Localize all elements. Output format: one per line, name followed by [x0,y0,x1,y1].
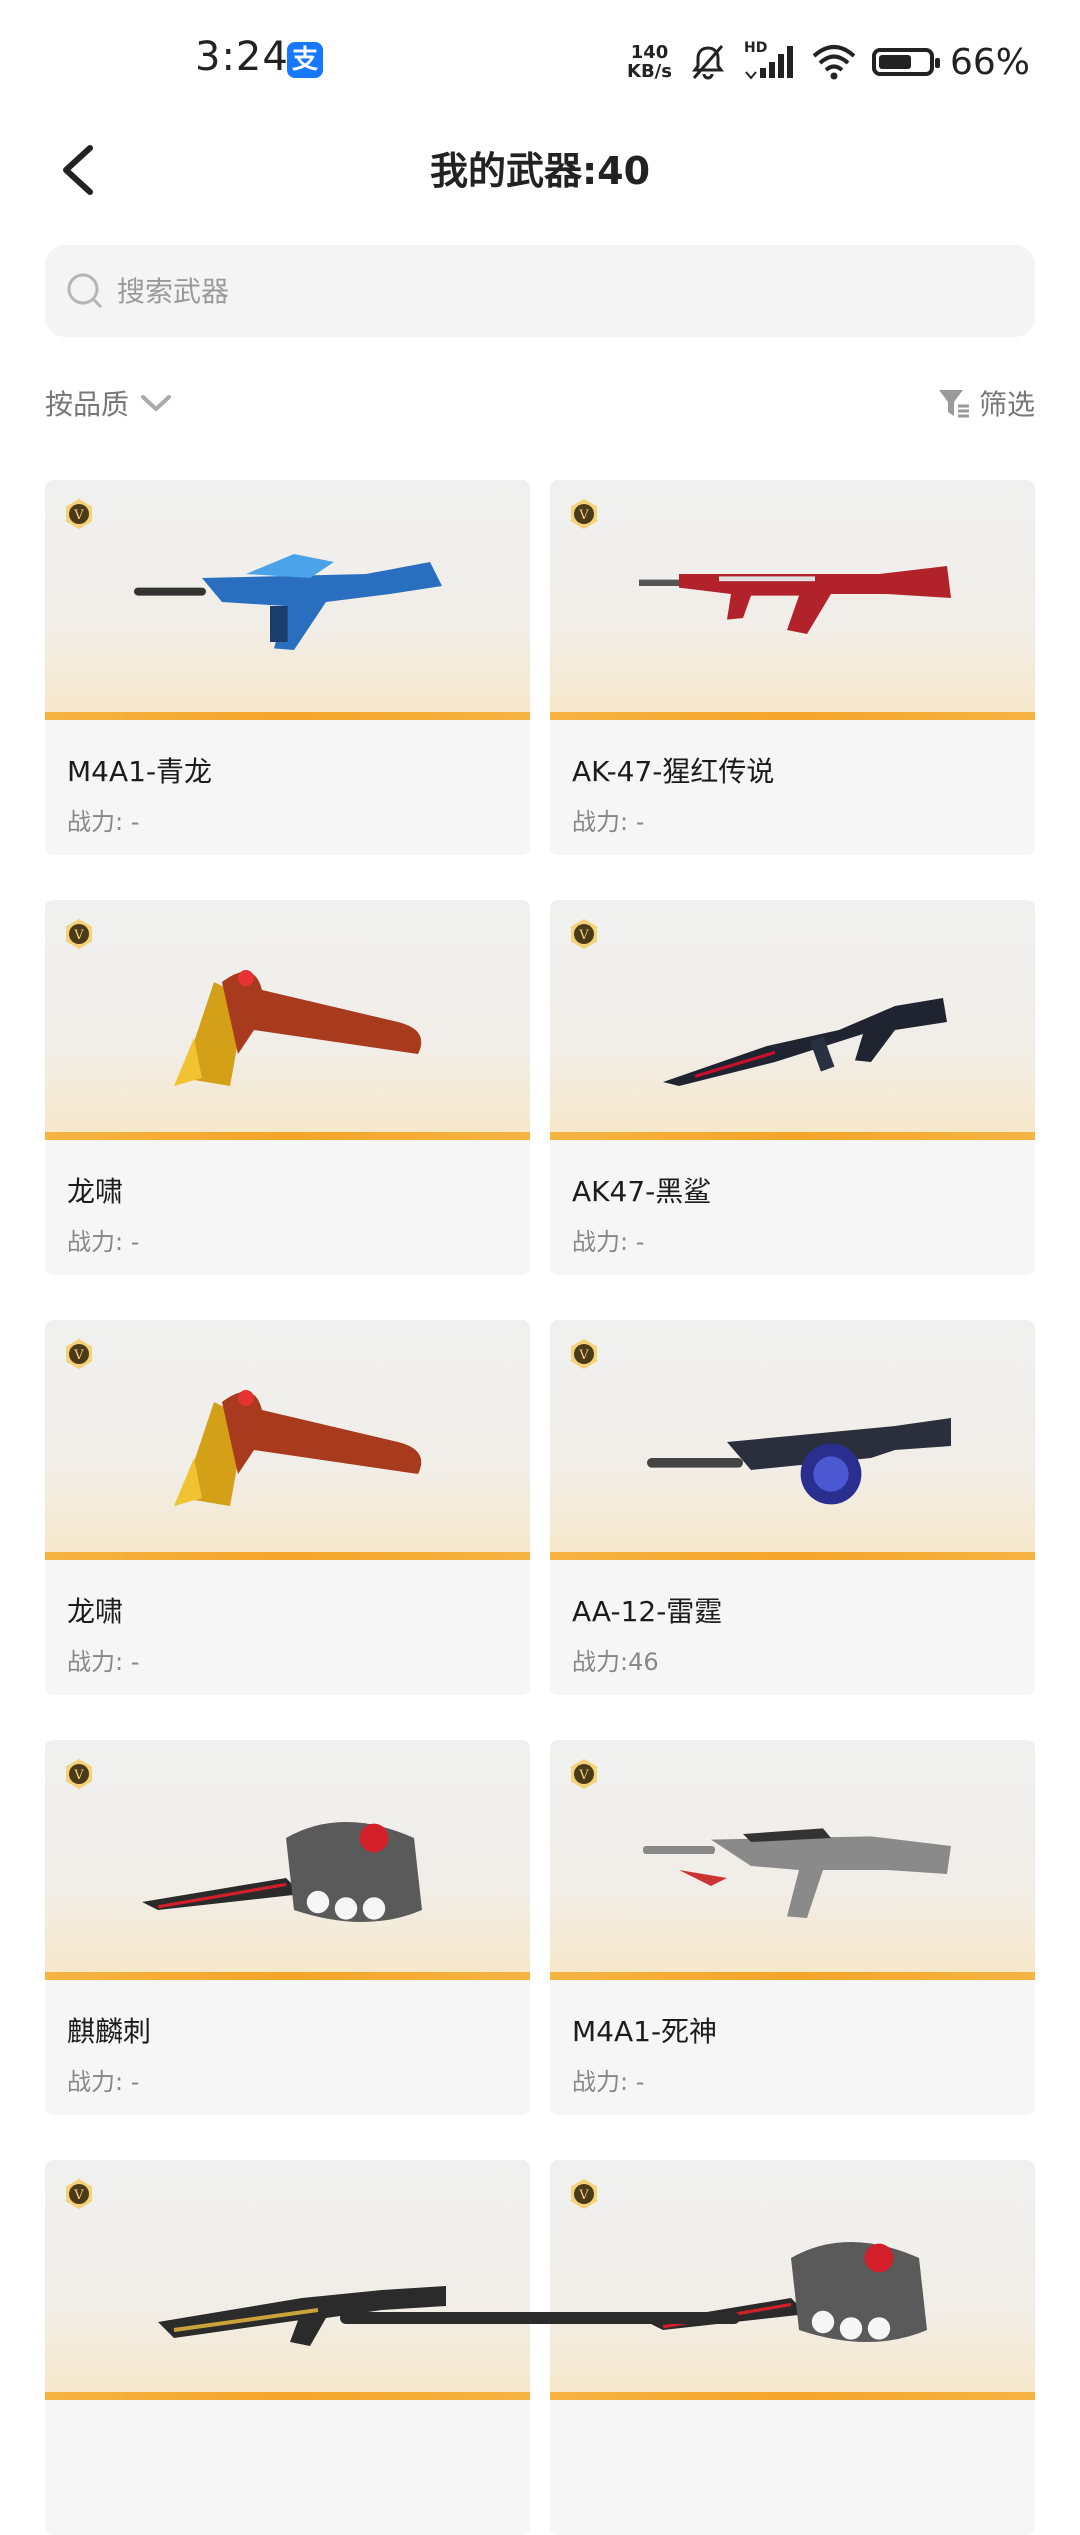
wifi-icon [812,45,856,80]
grade-badge-letter: V [578,508,589,523]
weapon-name: M4A1-死神 [572,2015,718,2048]
search-icon [67,273,103,309]
grade-badge-icon: V [571,1339,597,1369]
weapon-image: V [550,900,1035,1140]
grade-badge-icon: V [571,919,597,949]
grade-badge-letter: V [578,2188,589,2203]
weapon-image: V [550,1740,1035,1980]
weapon-art [174,970,422,1086]
weapon-image: V [550,1320,1035,1560]
grade-badge-letter: V [578,928,589,943]
weapon-card[interactable]: V AA-12-雷霆战力:46 [550,1320,1035,1695]
weapon-name: 龙啸 [67,1175,124,1208]
weapon-grid: V M4A1-青龙 战力: - V AK-47-猩红传说 战力: - V 龙啸 战力: - V AK… [45,480,1035,2535]
weapon-name: 麒麟刺 [67,2015,152,2048]
page-title: 我的武器:40 [429,149,651,193]
weapon-name: AK47-黑鲨 [572,1175,712,1208]
weapon-image: V [45,1320,530,1560]
filter-button[interactable]: 筛选 [937,383,1035,423]
sort-by-quality-dropdown[interactable]: 按品质 [45,383,173,423]
net-speed: 140 KB/s [627,43,672,81]
mute-bell-icon [691,45,724,80]
grade-badge-icon: V [66,499,92,529]
weapon-image: V [45,480,530,720]
home-indicator[interactable] [340,2312,740,2324]
grade-badge-icon: V [571,2179,597,2209]
weapon-name: 龙啸 [67,1595,124,1628]
weapon-card[interactable]: V AK47-黑鲨战力: - [550,900,1035,1275]
weapon-image: V [550,2160,1035,2400]
battery-icon [871,48,940,76]
weapon-image: V [45,2160,530,2400]
weapon-card[interactable]: V [550,2160,1035,2535]
weapon-power: 战力: - [572,808,645,836]
search-input[interactable] [115,273,1019,309]
weapon-image: V [550,480,1035,720]
weapon-card[interactable]: V M4A1-青龙战力: - [45,480,530,855]
grade-badge-icon: V [66,2179,92,2209]
grade-badge-letter: V [73,2188,84,2203]
alipay-icon: 支 [287,42,323,78]
grade-badge-letter: V [73,1348,84,1363]
signal-icon: HD [744,40,796,82]
weapon-name: AK-47-猩红传说 [572,755,775,788]
net-speed-unit: KB/s [627,61,672,82]
weapon-power: 战力: - [67,808,140,836]
weapon-art [647,2242,927,2342]
grade-badge-letter: V [578,1768,589,1783]
grade-badge-letter: V [578,1348,589,1363]
weapon-power: 战力: - [572,1228,645,1256]
grade-badge-icon: V [66,919,92,949]
battery-percent: 66% [949,41,1030,83]
weapon-power: 战力:46 [572,1648,659,1676]
net-speed-value: 140 [630,42,669,63]
grade-badge-letter: V [73,1768,84,1783]
weapon-name: M4A1-青龙 [67,755,213,788]
battery-fill [878,55,911,69]
weapon-card[interactable]: V 龙啸战力: - [45,900,530,1275]
weapon-name: AA-12-雷霆 [572,1595,723,1628]
filter-icon [938,390,969,418]
weapon-art [639,566,951,634]
grade-badge-icon: V [571,1759,597,1789]
status-time: 3:24 [195,34,289,80]
weapon-power: 战力: - [67,2068,140,2096]
weapon-power: 战力: - [67,1648,140,1676]
sort-label: 按品质 [45,388,130,421]
weapon-card[interactable]: V 龙啸战力: - [45,1320,530,1695]
grade-badge-icon: V [571,499,597,529]
weapon-art [134,554,442,650]
weapon-card[interactable]: V M4A1-死神战力: - [550,1740,1035,2115]
weapon-art [142,1822,422,1922]
weapon-image: V [45,1740,530,1980]
weapon-art [158,2286,446,2346]
weapon-power: 战力: - [572,2068,645,2096]
chevron-down-icon [141,395,172,411]
weapon-card[interactable]: V 麒麟刺战力: - [45,1740,530,2115]
grade-badge-icon: V [66,1759,92,1789]
weapon-art [174,1390,422,1506]
grade-badge-letter: V [73,928,84,943]
battery-tip [934,58,940,68]
status-bar: 3:24 支 140 KB/s HD 66% [0,0,1080,120]
grade-badge-letter: V [73,508,84,523]
grade-badge-icon: V [66,1339,92,1369]
weapon-art [663,998,947,1086]
weapon-image: V [45,900,530,1140]
sort-filter-bar: 按品质 筛选 [45,375,1035,425]
weapon-power: 战力: - [67,1228,140,1256]
weapon-card[interactable]: V AK-47-猩红传说战力: - [550,480,1035,855]
nav-header: 我的武器:40 [0,120,1080,220]
search-bar[interactable] [45,245,1035,337]
weapon-art [647,1418,951,1505]
weapon-card[interactable]: V [45,2160,530,2535]
status-indicators: 140 KB/s HD 66% [627,38,1030,86]
weapon-art [643,1828,951,1918]
filter-label: 筛选 [978,388,1035,421]
